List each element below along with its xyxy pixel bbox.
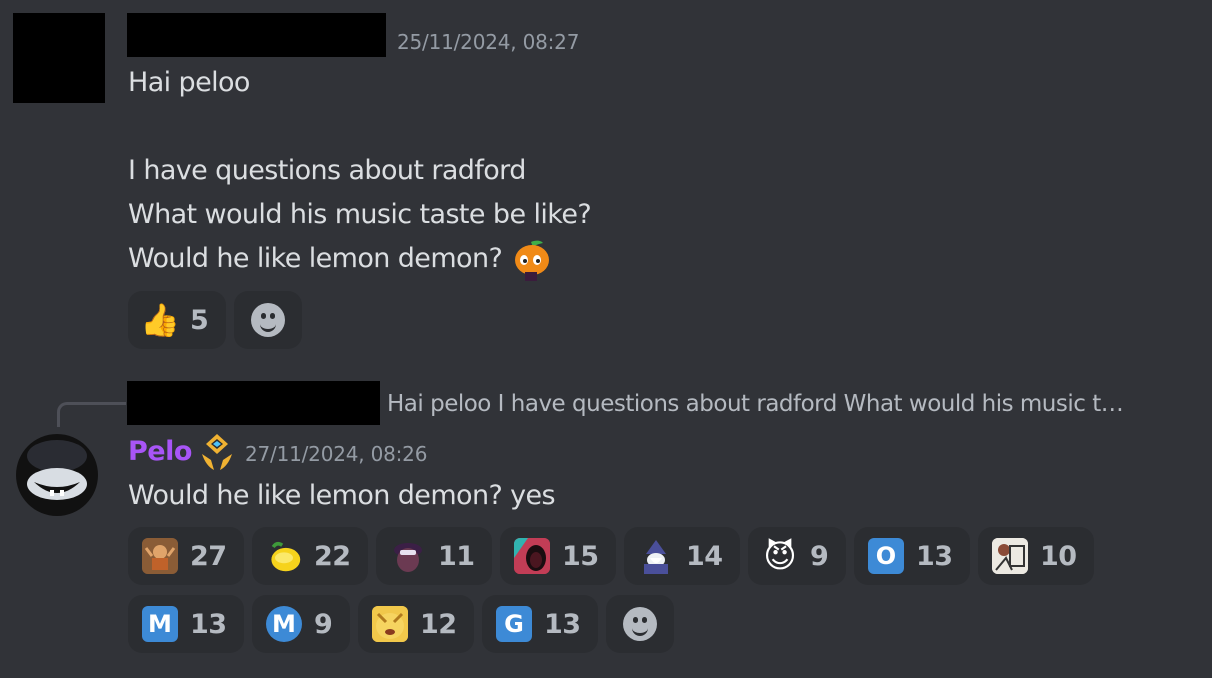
author-name-redacted[interactable] (127, 13, 386, 57)
letter-m-circle-icon: M (266, 606, 302, 642)
yellow-face-icon (372, 606, 408, 642)
reaction-count: 10 (1040, 540, 1077, 572)
reaction-count: 27 (190, 540, 227, 572)
smiling-imp-icon: 😈 (763, 538, 797, 574)
reaction-count: 13 (544, 608, 581, 640)
reaction-count: 12 (420, 608, 457, 640)
reaction-count: 14 (686, 540, 723, 572)
add-reaction-button[interactable] (606, 595, 674, 653)
dancing-character-icon (142, 538, 178, 574)
screaming-character-icon (514, 538, 550, 574)
message-line: I have questions about radford (128, 155, 526, 186)
message-text: Would he like lemon demon? yes (128, 480, 556, 511)
reaction-chip[interactable]: 22 (252, 527, 368, 585)
message-line: Hai peloo (128, 67, 250, 98)
reaction-count: 22 (314, 540, 351, 572)
reaction-count: 5 (190, 304, 209, 336)
avatar-image (27, 440, 87, 500)
lemon-icon (266, 538, 302, 574)
reaction-chip[interactable]: 😈 9 (748, 527, 846, 585)
reaction-chip[interactable]: 11 (376, 527, 492, 585)
pumpkin-emoji-icon (515, 240, 549, 281)
reaction-chip[interactable]: 12 (358, 595, 474, 653)
avatar[interactable] (13, 13, 105, 103)
reaction-chip[interactable]: 10 (978, 527, 1094, 585)
reaction-count: 11 (438, 540, 475, 572)
letter-m-icon: M (142, 606, 178, 642)
add-reaction-icon (623, 607, 657, 641)
reaction-chip[interactable]: G 13 (482, 595, 598, 653)
sketch-character-icon (992, 538, 1028, 574)
reaction-chip[interactable]: 27 (128, 527, 244, 585)
message-line: What would his music taste be like? (128, 199, 592, 230)
reaction-chip[interactable]: M 13 (128, 595, 244, 653)
reply-preview[interactable]: Hai peloo I have questions about radford… (387, 391, 1124, 417)
reaction-thumbs-up[interactable]: 👍 5 (128, 291, 226, 349)
letter-o-icon: O (868, 538, 904, 574)
reply-connector (57, 402, 126, 427)
reaction-count: 13 (190, 608, 227, 640)
role-badge-icon[interactable] (198, 432, 236, 472)
reaction-chip[interactable]: M 9 (252, 595, 350, 653)
reaction-chip[interactable]: 15 (500, 527, 616, 585)
message-timestamp: 27/11/2024, 08:26 (245, 442, 428, 466)
avatar[interactable] (16, 434, 98, 516)
reaction-chip[interactable]: 14 (624, 527, 740, 585)
message-line: Would he like lemon demon? (128, 243, 503, 274)
reaction-count: 9 (810, 540, 829, 572)
reaction-chip[interactable]: O 13 (854, 527, 970, 585)
purple-creature-icon (390, 538, 426, 574)
message-timestamp: 25/11/2024, 08:27 (397, 30, 580, 54)
add-reaction-icon (251, 303, 285, 337)
reaction-count: 13 (916, 540, 953, 572)
reaction-count: 9 (314, 608, 333, 640)
reply-author-redacted[interactable] (127, 381, 380, 425)
wizard-icon (638, 538, 674, 574)
reaction-count: 15 (562, 540, 599, 572)
add-reaction-button[interactable] (234, 291, 302, 349)
thumbs-up-icon: 👍 (142, 302, 178, 338)
letter-g-icon: G (496, 606, 532, 642)
author-name[interactable]: Pelo (128, 436, 192, 467)
